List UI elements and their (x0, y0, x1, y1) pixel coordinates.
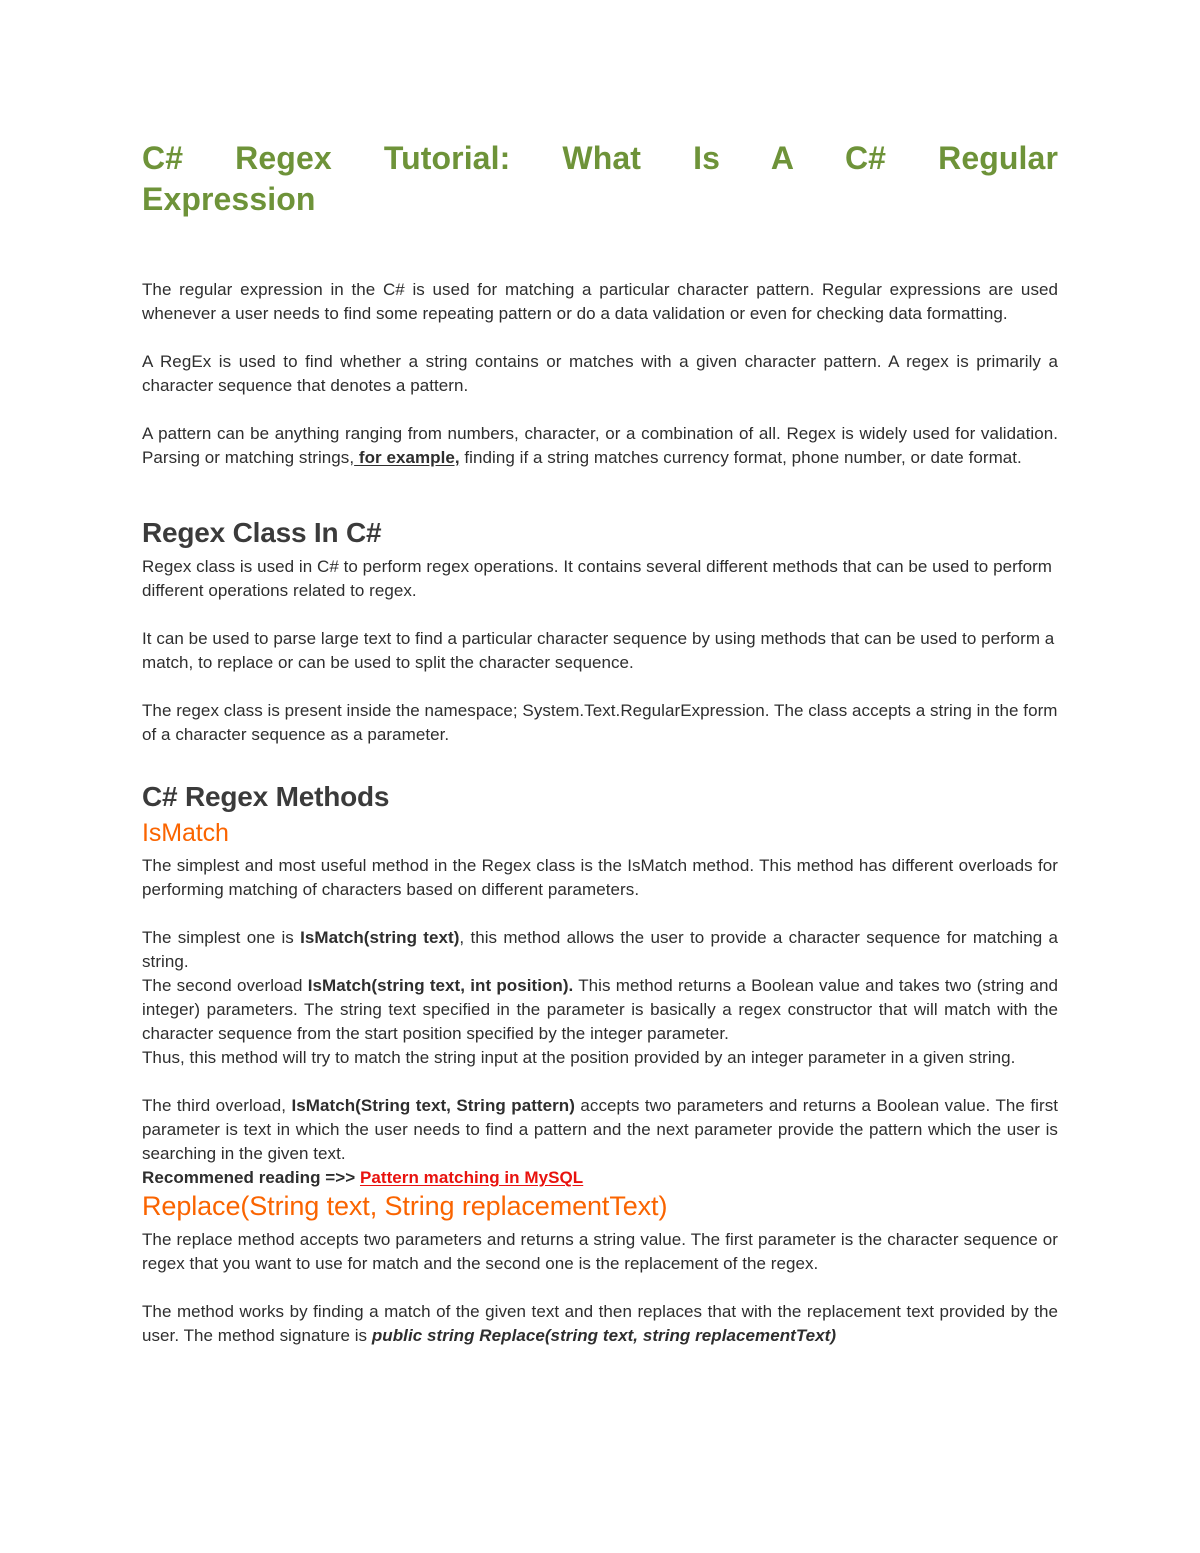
replace-paragraph-1: The replace method accepts two parameter… (142, 1230, 1058, 1273)
intro-paragraph-3: A pattern can be anything ranging from n… (142, 422, 1058, 470)
ismatch-overload-2: The second overload IsMatch(string text,… (142, 974, 1058, 1046)
document-content: C# Regex Tutorial: What Is A C# Regular … (142, 0, 1058, 1348)
overload2-signature: IsMatch(string text, int position). (307, 976, 574, 995)
ismatch-overload-3: The third overload, IsMatch(String text,… (142, 1094, 1058, 1166)
recommended-reading-line: Recommened reading =>> Pattern matching … (142, 1166, 1058, 1190)
heading-regex-methods: C# Regex Methods (142, 781, 390, 812)
ismatch-paragraph-1: The simplest and most useful method in t… (142, 856, 1058, 899)
ismatch-overload-1: The simplest one is IsMatch(string text)… (142, 926, 1058, 974)
replace-method-signature: public string Replace(string text, strin… (371, 1326, 837, 1345)
overload1-signature: IsMatch(string text) (300, 928, 460, 947)
heading-ismatch: IsMatch (142, 819, 229, 847)
regex-class-paragraph-1: Regex class is used in C# to perform reg… (142, 557, 1052, 600)
replace-paragraph-2: The method works by finding a match of t… (142, 1300, 1058, 1348)
document-page: C# Regex Tutorial: What Is A C# Regular … (0, 0, 1200, 1553)
page-title-line-2: Expression (142, 181, 316, 217)
intro-paragraph-1: The regular expression in the C# is used… (142, 280, 1058, 323)
intro-p3-emphasis: for example, (354, 448, 460, 467)
heading-regex-class: Regex Class In C# (142, 517, 382, 548)
page-title-line-1: C# Regex Tutorial: What Is A C# Regular (142, 140, 1058, 176)
ismatch-overload-2-extra: Thus, this method will try to match the … (142, 1048, 1016, 1067)
overload1-pre: The simplest one is (142, 928, 301, 947)
intro-paragraph-2: A RegEx is used to find whether a string… (142, 352, 1058, 395)
heading-replace: Replace(String text, String replacementT… (142, 1191, 668, 1221)
overload3-pre: The third overload, (142, 1096, 292, 1115)
regex-class-paragraph-2: It can be used to parse large text to fi… (142, 629, 1055, 672)
overload3-signature: IsMatch(String text, String pattern) (291, 1096, 575, 1115)
recommended-reading-link[interactable]: Pattern matching in MySQL (360, 1168, 583, 1187)
overload2-pre: The second overload (142, 976, 308, 995)
recommended-reading-label: Recommened reading =>> (142, 1168, 360, 1187)
page-title: C# Regex Tutorial: What Is A C# Regular … (142, 0, 1058, 220)
intro-p3-part2: finding if a string matches currency for… (459, 448, 1022, 467)
regex-class-paragraph-3: The regex class is present inside the na… (142, 701, 1058, 744)
